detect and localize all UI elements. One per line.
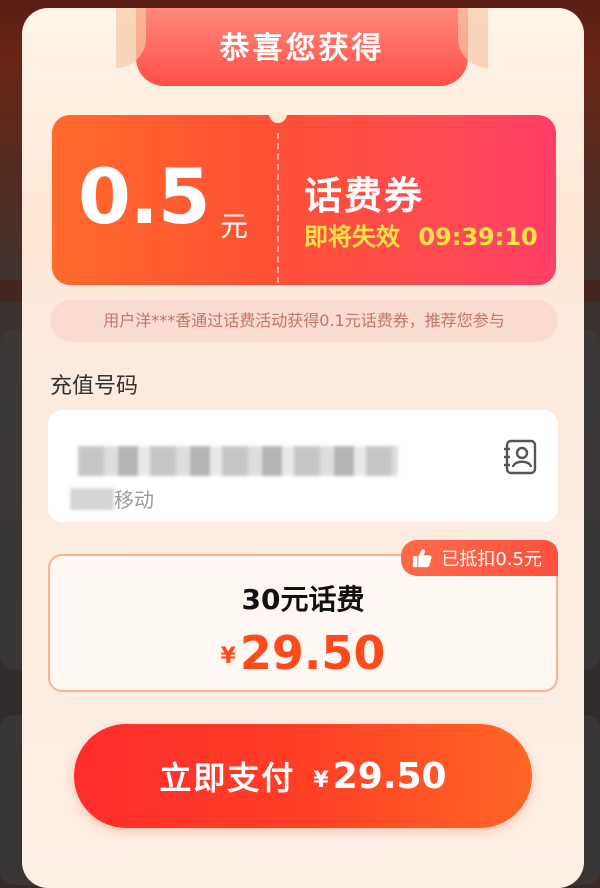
- coupon-notch: [269, 115, 287, 123]
- product-price: ¥29.50: [50, 626, 556, 680]
- modal-title-tab: 恭喜您获得: [116, 8, 488, 86]
- coupon-name: 话费券: [304, 174, 425, 218]
- pay-now-button[interactable]: 立即支付 ¥ 29.50: [74, 724, 532, 828]
- pay-currency: ¥: [313, 767, 329, 793]
- coupon-expire: 即将失效 09:39:10: [304, 217, 538, 252]
- coupon-unit: 元: [220, 210, 249, 243]
- product-currency: ¥: [220, 644, 236, 669]
- coupon-expire-label: 即将失效: [304, 223, 400, 251]
- product-card-30yuan[interactable]: 已抵扣0.5元 30元话费 ¥29.50: [48, 540, 558, 692]
- product-price-value: 29.50: [239, 626, 386, 680]
- coupon-divider: [277, 133, 279, 283]
- phone-number-field[interactable]: 移动: [48, 410, 558, 522]
- phone-prefix-blurred: [70, 488, 114, 510]
- product-name: 30元话费: [241, 583, 365, 616]
- phone-number-blurred: [78, 446, 398, 476]
- pay-amount: 29.50: [332, 755, 447, 797]
- coupon-card: 0.5 元 话费券 即将失效 09:39:10: [52, 115, 556, 285]
- contacts-book-icon[interactable]: [502, 438, 540, 476]
- recharge-number-label: 充值号码: [50, 374, 139, 399]
- deduct-badge: 已抵扣0.5元: [401, 540, 558, 576]
- coupon-countdown: 09:39:10: [418, 223, 538, 251]
- modal-title: 恭喜您获得: [219, 31, 385, 66]
- reward-modal: 恭喜您获得 0.5 元 话费券 即将失效 09:39:10 用户洋***香通过话…: [22, 8, 584, 888]
- phone-carrier: 移动: [114, 488, 154, 512]
- deduct-badge-text: 已抵扣0.5元: [441, 549, 542, 570]
- coupon-amount: 0.5: [78, 152, 211, 241]
- pay-button-label: 立即支付: [159, 759, 296, 797]
- thumbs-up-icon: [413, 549, 432, 568]
- activity-notice: 用户洋***香通过话费活动获得0.1元话费券，推荐您参与: [50, 300, 558, 342]
